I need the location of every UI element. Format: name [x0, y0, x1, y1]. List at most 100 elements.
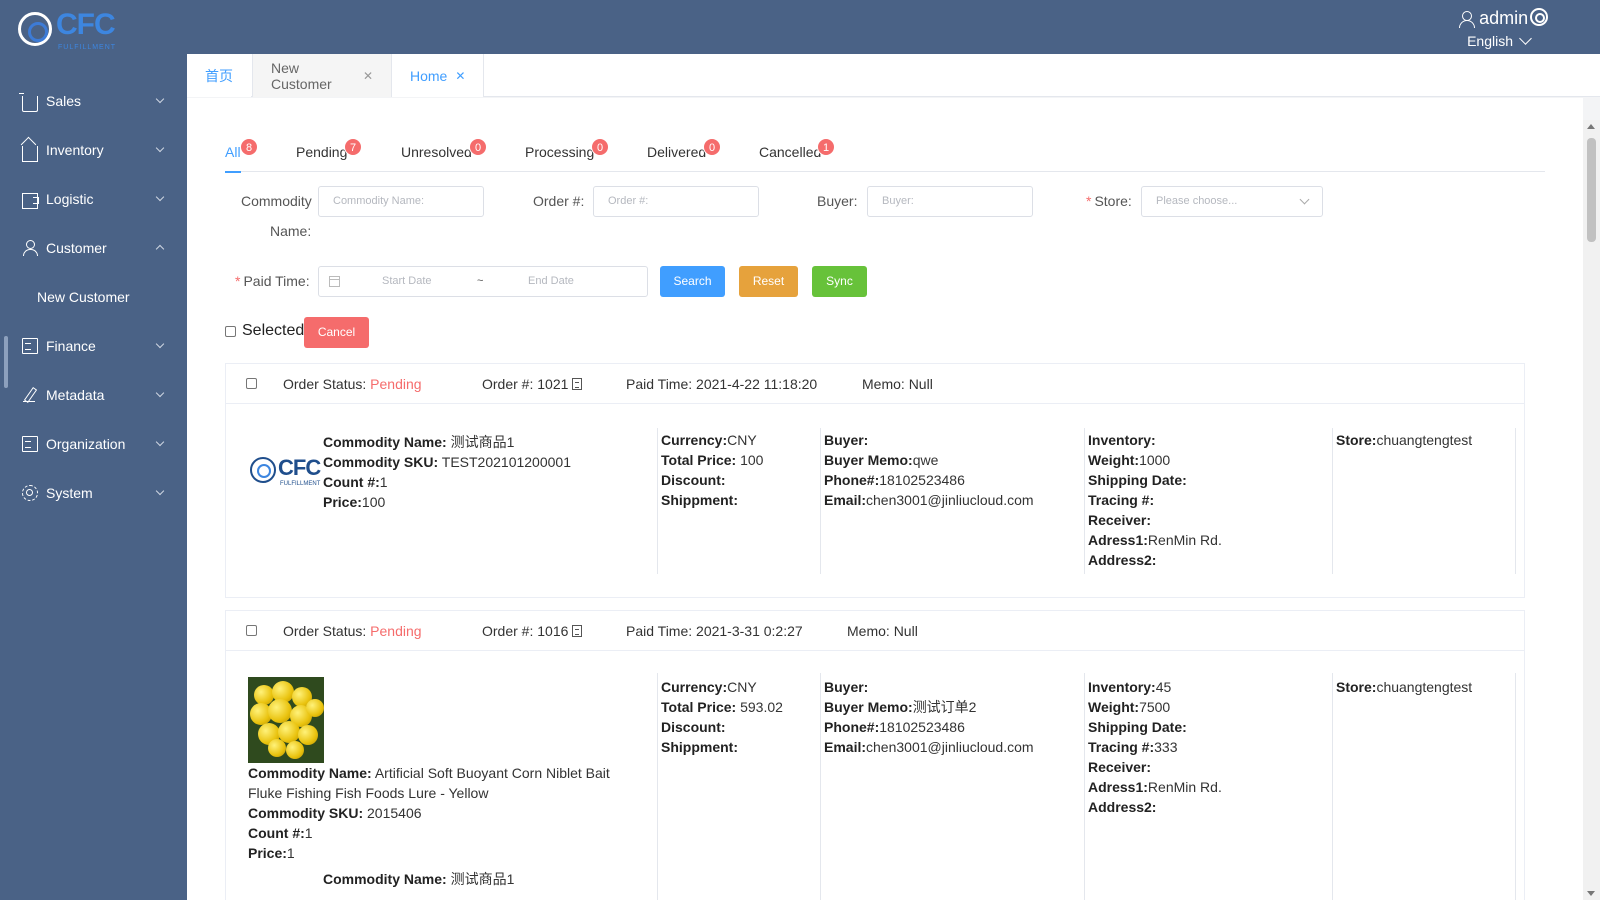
- content-scrollbar[interactable]: [1583, 120, 1600, 900]
- status-value: Pending: [370, 376, 422, 392]
- store-info: Store:chuangtengtest: [1336, 432, 1473, 448]
- store-select[interactable]: Please choose...: [1141, 186, 1323, 217]
- sidebar-item-metadata[interactable]: Metadata: [0, 370, 187, 419]
- paid-time: Paid Time: 2021-3-31 0:2:27: [626, 623, 803, 639]
- tab-label: New Customer: [271, 59, 332, 92]
- count-badge: 1: [817, 138, 835, 156]
- sidebar-item-label: Logistic: [46, 190, 94, 207]
- memo: Memo: Null: [862, 376, 933, 392]
- chevron-down-icon: [155, 437, 165, 447]
- count-badge: 0: [469, 138, 487, 156]
- end-date-input[interactable]: End Date: [528, 267, 574, 296]
- tab-delivered[interactable]: Delivered 0: [647, 138, 721, 172]
- cfc-logo[interactable]: CFC FULFILLMENT: [18, 8, 118, 54]
- chevron-down-icon: [155, 339, 165, 349]
- divider: [1332, 673, 1333, 900]
- scroll-down-arrow-icon[interactable]: [1587, 891, 1595, 896]
- commodity-info: Commodity Name: Artificial Soft Buoyant …: [248, 765, 610, 861]
- buyer-input[interactable]: Buyer:: [867, 186, 1033, 217]
- tab-label: Delivered: [647, 144, 707, 160]
- order-checkbox[interactable]: [246, 378, 257, 389]
- sidebar-item-system[interactable]: System: [0, 468, 187, 517]
- order-status: Order Status: Pending: [283, 623, 422, 639]
- copy-icon[interactable]: [572, 625, 583, 637]
- product-image-cfc-logo: CFC FULFILLMENT: [250, 451, 322, 491]
- pen-icon: [22, 387, 38, 403]
- tab-all[interactable]: All 8: [225, 138, 258, 173]
- user-icon: [1459, 10, 1476, 28]
- reset-button[interactable]: Reset: [739, 266, 798, 297]
- sync-button[interactable]: Sync: [812, 266, 867, 297]
- product-image-yellow-flower: [248, 677, 324, 763]
- sidebar-item-sales[interactable]: Sales: [0, 76, 187, 125]
- sidebar-item-label: Sales: [46, 92, 82, 109]
- divider: [1332, 428, 1333, 574]
- count-badge: 7: [344, 138, 362, 156]
- order-number: Order #: 1021: [482, 376, 583, 392]
- buyer-info: Buyer: Buyer Memo:测试订单2 Phone#:181025234…: [824, 679, 1034, 755]
- close-icon[interactable]: ✕: [455, 69, 465, 83]
- store-info: Store:chuangtengtest: [1336, 679, 1473, 695]
- order-checkbox[interactable]: [246, 625, 257, 636]
- sidebar-item-logistic[interactable]: Logistic: [0, 174, 187, 223]
- divider: [1084, 673, 1085, 900]
- truck-icon: [22, 192, 39, 209]
- sidebar-item-finance[interactable]: Finance: [0, 321, 187, 370]
- chevron-up-icon: [155, 244, 165, 254]
- order-number-input[interactable]: Order #:: [593, 186, 759, 217]
- paid-time-label: * Paid Time:: [235, 273, 310, 289]
- cancel-button[interactable]: Cancel: [304, 317, 369, 348]
- logo-subtext: FULFILLMENT: [58, 44, 117, 51]
- logo-ring-icon: [250, 457, 276, 483]
- tab-processing[interactable]: Processing 0: [525, 138, 609, 172]
- tab-home[interactable]: Home ✕: [392, 54, 484, 97]
- select-all-checkbox[interactable]: [225, 326, 236, 337]
- count-badge: 8: [240, 138, 258, 156]
- start-date-input[interactable]: Start Date: [382, 267, 432, 296]
- home-icon: [22, 145, 38, 162]
- store-select-value: Please choose...: [1156, 195, 1238, 207]
- document-icon: [22, 337, 38, 354]
- chevron-down-icon: [155, 94, 165, 104]
- store-label: * Store:: [1086, 193, 1132, 209]
- buyer-label: Buyer:: [817, 193, 858, 209]
- date-separator: ~: [477, 275, 484, 287]
- tab-pending[interactable]: Pending 7: [296, 138, 362, 172]
- selected-label: Selected: [242, 322, 305, 339]
- sidebar-item-label: Organization: [46, 435, 126, 452]
- copy-icon[interactable]: [572, 378, 583, 390]
- tab-cancelled[interactable]: Cancelled 1: [759, 138, 835, 172]
- sidebar-item-new-customer[interactable]: New Customer: [0, 272, 187, 321]
- commodity-name-input[interactable]: Commodity Name:: [318, 186, 484, 217]
- tab-unresolved[interactable]: Unresolved 0: [401, 138, 487, 172]
- sidebar-item-customer[interactable]: Customer: [0, 223, 187, 272]
- sidebar-item-organization[interactable]: Organization: [0, 419, 187, 468]
- sidebar-item-label: System: [46, 484, 93, 501]
- memo: Memo: Null: [847, 623, 918, 639]
- tab-label: Home: [410, 67, 448, 84]
- status-value: Pending: [370, 623, 422, 639]
- tab-label: All: [225, 144, 241, 160]
- close-icon[interactable]: ✕: [363, 69, 373, 83]
- paid-time-range-picker[interactable]: Start Date ~ End Date: [318, 266, 648, 297]
- scrollbar-thumb[interactable]: [1587, 138, 1596, 242]
- scroll-up-arrow-icon[interactable]: [1587, 124, 1595, 129]
- calendar-icon: [329, 276, 340, 287]
- price-info: Currency:CNY Total Price: 593.02 Discoun…: [661, 679, 783, 755]
- language-label: English: [1467, 33, 1513, 49]
- tab-home-cn[interactable]: 首页: [187, 54, 251, 97]
- language-select[interactable]: English: [1459, 32, 1532, 49]
- shipping-info: Inventory:45 Weight:7500 Shipping Date: …: [1088, 679, 1222, 815]
- search-button[interactable]: Search: [660, 266, 725, 297]
- order-header: Order Status: Pending Order #: 1021 Paid…: [226, 364, 1524, 404]
- divider: [820, 428, 821, 574]
- user-menu[interactable]: admin: [1459, 8, 1530, 29]
- divider: [657, 673, 658, 900]
- tab-new-customer[interactable]: New Customer ✕: [252, 54, 392, 97]
- tab-label: Unresolved: [401, 144, 472, 160]
- settings-gear-icon[interactable]: [1530, 8, 1548, 26]
- sidebar-item-inventory[interactable]: Inventory: [0, 125, 187, 174]
- divider: [820, 673, 821, 900]
- chevron-down-icon: [155, 192, 165, 202]
- chevron-down-icon: [1519, 32, 1532, 45]
